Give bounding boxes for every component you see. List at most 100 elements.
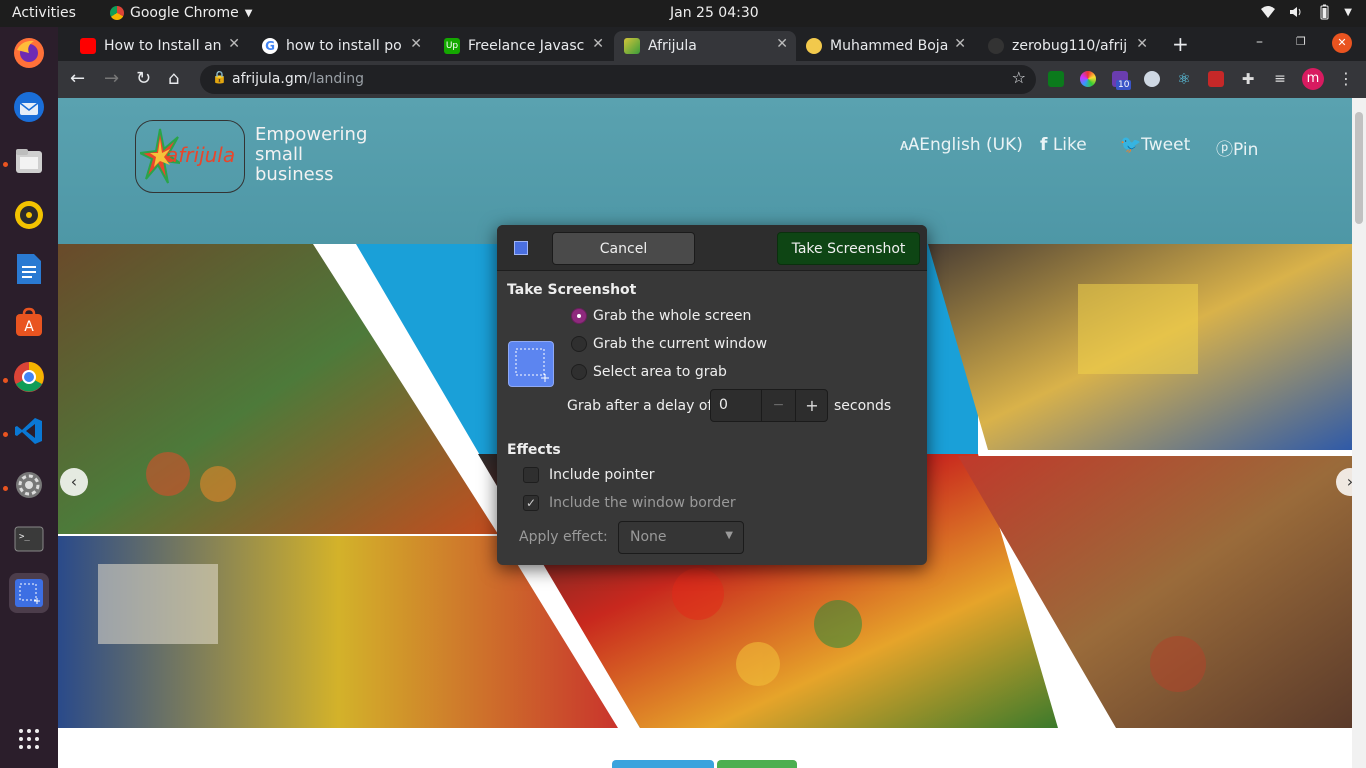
- section-title-take: Take Screenshot: [507, 282, 637, 298]
- page-button-green[interactable]: [717, 760, 797, 768]
- browser-toolbar: ← → ↻ ⌂ 🔒 afrijula.gm/landing ☆ 10 ⚛ ✚ ≡…: [58, 61, 1366, 98]
- thunderbird-icon[interactable]: [9, 87, 49, 127]
- decrement-button[interactable]: −: [761, 390, 795, 421]
- home-button[interactable]: ⌂: [168, 68, 179, 89]
- extension-icon[interactable]: [1048, 71, 1064, 87]
- extension-icon[interactable]: [1208, 71, 1224, 87]
- site-logo[interactable]: afrijula: [135, 120, 245, 193]
- twitter-tweet-link[interactable]: 🐦Tweet: [1120, 135, 1190, 155]
- pinterest-pin-link[interactable]: ⓟPin: [1216, 135, 1258, 160]
- bookmark-star-icon[interactable]: ☆: [1012, 68, 1026, 87]
- github-icon: [988, 38, 1004, 54]
- menu-kebab-icon[interactable]: ⋮: [1338, 69, 1354, 88]
- tab-google[interactable]: G how to install po ✕: [252, 31, 430, 61]
- tab-afrijula[interactable]: Afrijula ✕: [614, 31, 796, 61]
- close-icon[interactable]: ✕: [954, 36, 966, 52]
- pin-label: Pin: [1233, 140, 1259, 160]
- twitter-icon: 🐦: [1120, 135, 1142, 155]
- terminal-icon[interactable]: >_: [9, 519, 49, 559]
- tab-youtube[interactable]: How to Install an ✕: [70, 31, 248, 61]
- scrollbar-thumb[interactable]: [1355, 112, 1363, 224]
- close-icon[interactable]: ✕: [410, 36, 422, 52]
- tagline: Empowering small business: [255, 125, 367, 185]
- dropdown-value: None: [630, 529, 667, 545]
- language-selector[interactable]: 🗚English (UK): [900, 135, 1023, 155]
- tab-muhammed[interactable]: Muhammed Boja ✕: [796, 31, 974, 61]
- tab-github[interactable]: zerobug110/afrij ✕: [978, 31, 1156, 61]
- minimize-button[interactable]: –: [1256, 34, 1263, 50]
- back-button[interactable]: ←: [70, 68, 85, 89]
- app-grid-icon[interactable]: [9, 719, 49, 759]
- option-label: Grab the whole screen: [593, 308, 752, 324]
- tab-title: How to Install an: [104, 38, 222, 54]
- page-button-blue[interactable]: [612, 760, 714, 768]
- slider-prev-button[interactable]: ‹: [60, 468, 88, 496]
- take-screenshot-button[interactable]: Take Screenshot: [777, 232, 920, 265]
- forward-button[interactable]: →: [104, 68, 119, 89]
- tweet-label: Tweet: [1141, 135, 1191, 155]
- include-pointer-option[interactable]: Include pointer: [523, 467, 655, 483]
- close-icon[interactable]: ✕: [228, 36, 240, 52]
- checkbox[interactable]: [523, 467, 539, 483]
- lock-icon: 🔒: [212, 70, 227, 84]
- grab-current-window-option[interactable]: Grab the current window: [571, 336, 767, 352]
- facebook-like-link[interactable]: f Like: [1040, 135, 1087, 155]
- top-bar: Activities Google Chrome ▼ Jan 25 04:30 …: [0, 0, 1366, 27]
- radio-button[interactable]: [571, 364, 587, 380]
- option-label: Grab the current window: [593, 336, 768, 352]
- color-picker-extension-icon[interactable]: [1080, 71, 1096, 87]
- close-icon[interactable]: ✕: [592, 36, 604, 52]
- new-tab-button[interactable]: +: [1172, 32, 1189, 56]
- cancel-button[interactable]: Cancel: [552, 232, 695, 265]
- screenshot-icon[interactable]: [9, 573, 49, 613]
- include-window-border-option[interactable]: ✓ Include the window border: [523, 495, 736, 511]
- react-devtools-icon[interactable]: ⚛: [1176, 71, 1192, 87]
- checkbox-checked[interactable]: ✓: [523, 495, 539, 511]
- media-queue-icon[interactable]: ≡: [1272, 71, 1288, 87]
- tab-title: zerobug110/afrij: [1012, 38, 1128, 54]
- translate-icon: 🗚: [900, 135, 920, 155]
- puzzle-extensions-icon[interactable]: ✚: [1240, 71, 1256, 87]
- delay-unit-label: seconds: [834, 398, 892, 414]
- app-menu[interactable]: Google Chrome ▼: [110, 5, 252, 21]
- grab-whole-screen-option[interactable]: Grab the whole screen: [571, 308, 751, 324]
- section-title-effects: Effects: [507, 442, 561, 458]
- chevron-down-icon: ▼: [244, 7, 253, 19]
- page-scrollbar[interactable]: [1352, 98, 1366, 768]
- files-icon[interactable]: [9, 141, 49, 181]
- svg-text:A: A: [24, 319, 34, 335]
- delay-value[interactable]: 0: [719, 397, 728, 413]
- software-center-icon[interactable]: A: [9, 303, 49, 343]
- writer-icon[interactable]: [9, 249, 49, 289]
- delay-spinbutton[interactable]: 0 − +: [710, 389, 828, 422]
- tab-bar: How to Install an ✕ G how to install po …: [58, 27, 1366, 61]
- extension-icon[interactable]: [1144, 71, 1160, 87]
- address-bar[interactable]: 🔒 afrijula.gm/landing ☆: [200, 65, 1036, 94]
- tab-upwork[interactable]: Up Freelance Javasc ✕: [434, 31, 612, 61]
- radio-button-selected[interactable]: [571, 308, 587, 324]
- system-tray[interactable]: ▼: [1260, 4, 1352, 20]
- clock[interactable]: Jan 25 04:30: [670, 5, 759, 21]
- close-icon[interactable]: ✕: [776, 36, 788, 52]
- vscode-icon[interactable]: [9, 411, 49, 451]
- select-area-option[interactable]: Select area to grab: [571, 364, 727, 380]
- reload-button[interactable]: ↻: [136, 68, 151, 89]
- increment-button[interactable]: +: [795, 390, 828, 421]
- option-label: Include the window border: [549, 495, 736, 511]
- maximize-button[interactable]: ❐: [1296, 35, 1306, 48]
- close-window-button[interactable]: ✕: [1332, 33, 1352, 53]
- settings-icon[interactable]: [9, 465, 49, 505]
- google-icon: G: [262, 38, 278, 54]
- chrome-icon[interactable]: [9, 357, 49, 397]
- site-header: afrijula Empowering small business 🗚Engl…: [58, 98, 1352, 244]
- selection-area-icon: [508, 341, 554, 387]
- running-indicator: [3, 378, 8, 383]
- apply-effect-dropdown[interactable]: None ▼: [618, 521, 744, 554]
- close-icon[interactable]: ✕: [1136, 36, 1148, 52]
- profile-avatar[interactable]: m: [1302, 68, 1324, 90]
- rhythmbox-icon[interactable]: [9, 195, 49, 235]
- firefox-icon[interactable]: [9, 33, 49, 73]
- volume-icon: [1288, 4, 1304, 20]
- activities-button[interactable]: Activities: [12, 5, 76, 21]
- radio-button[interactable]: [571, 336, 587, 352]
